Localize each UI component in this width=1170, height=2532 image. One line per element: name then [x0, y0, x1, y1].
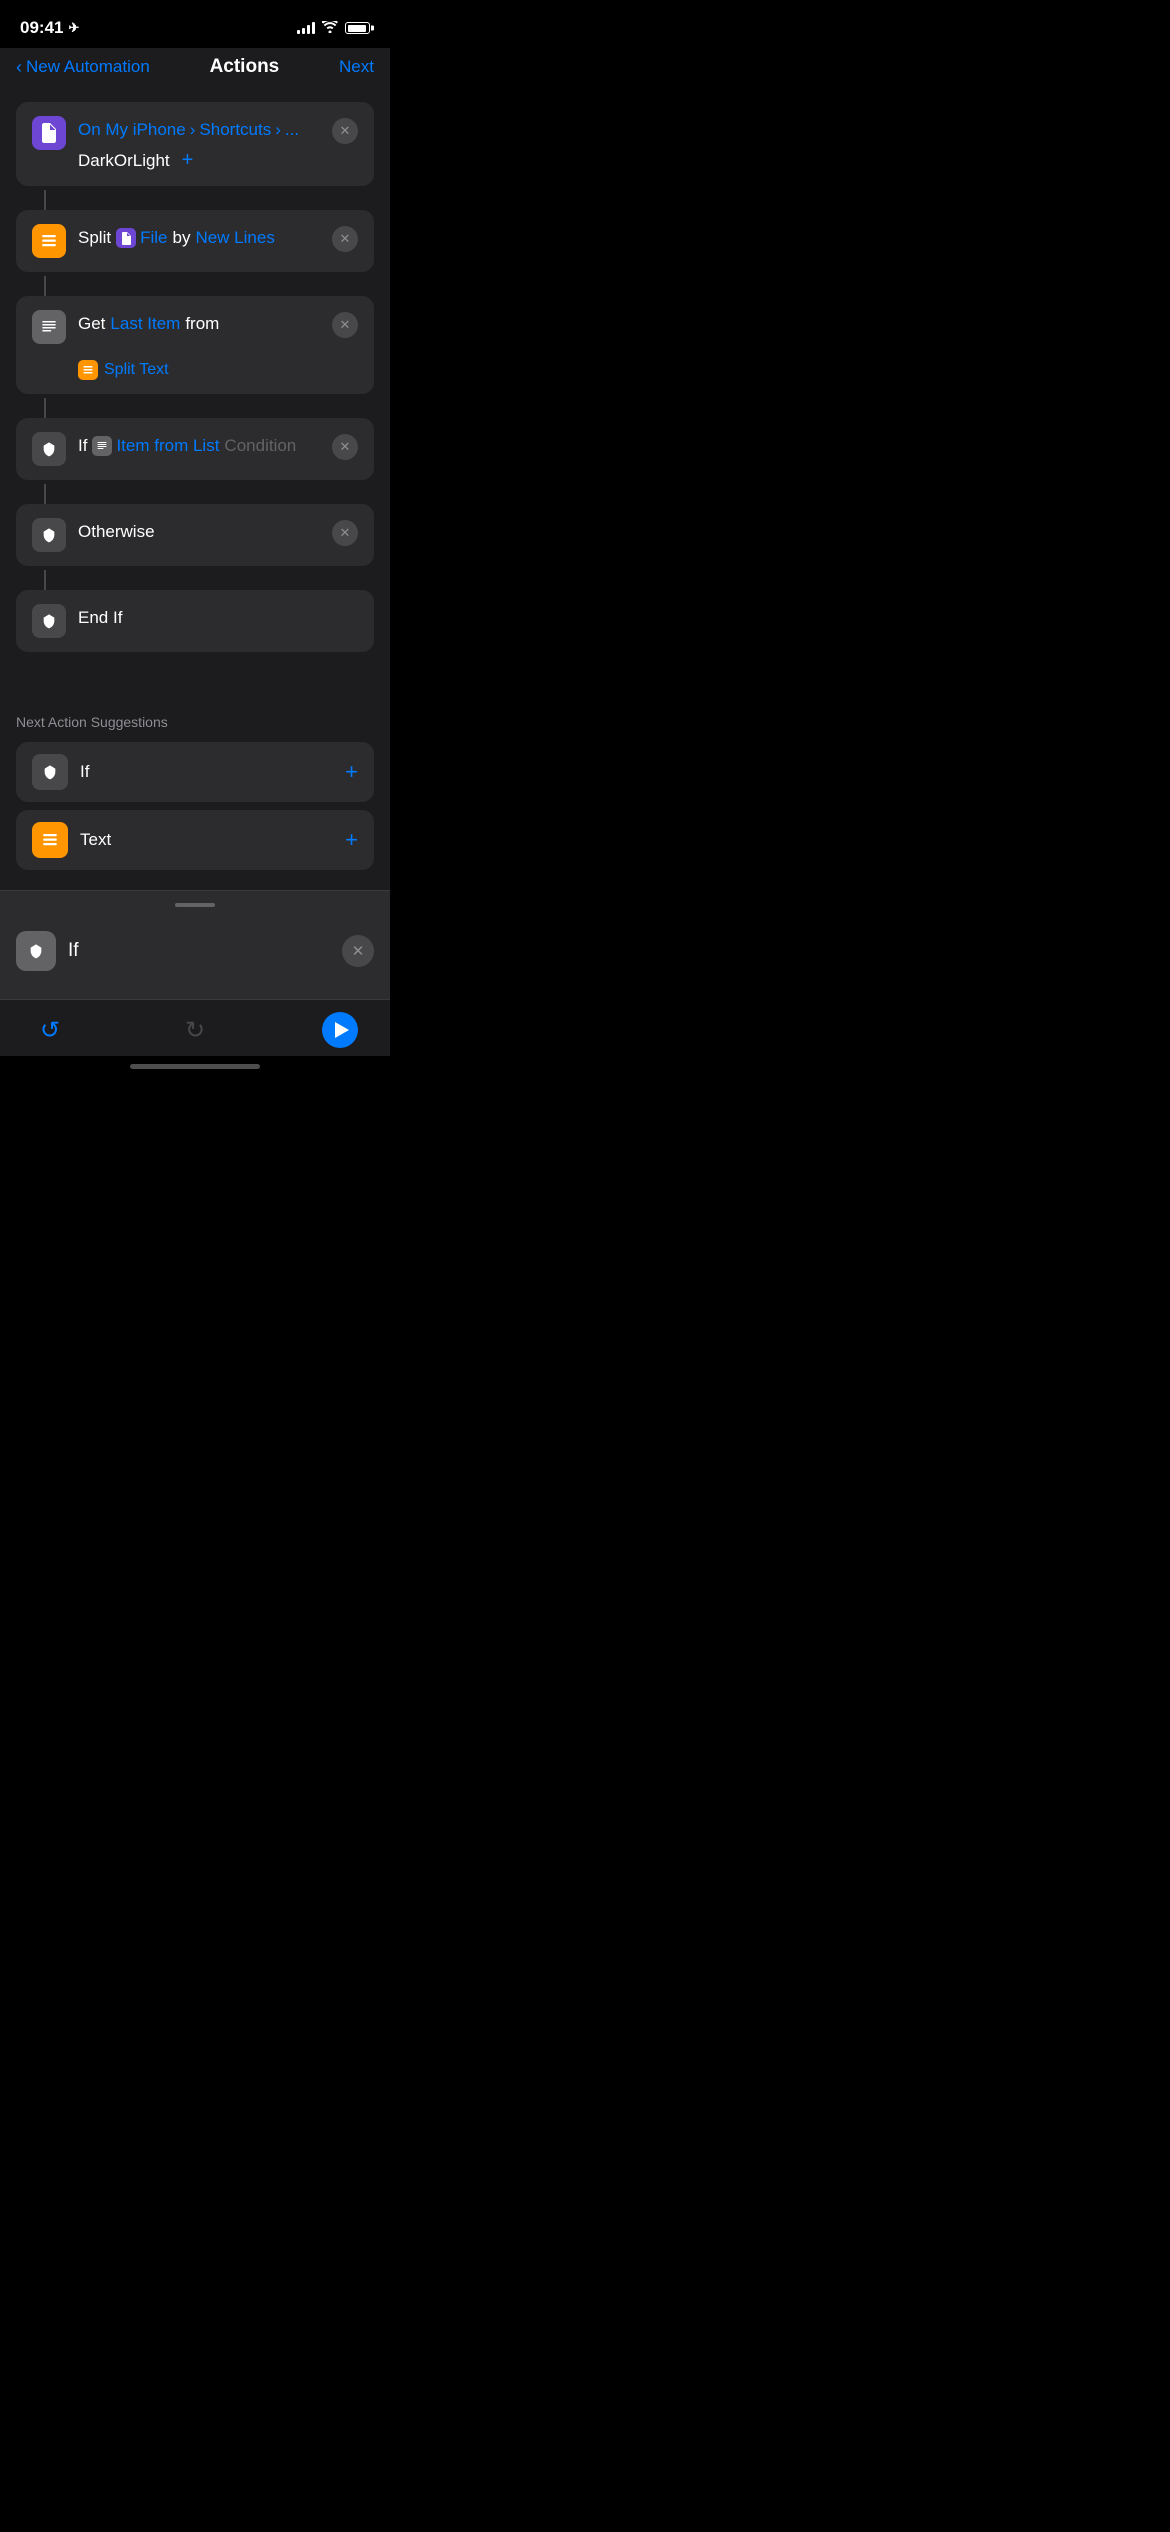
split-content: Split File by New Lines [78, 224, 320, 248]
bottom-close-button[interactable]: ✕ [342, 935, 374, 967]
split-newlines-token[interactable]: New Lines [195, 228, 274, 248]
split-icon [32, 224, 66, 258]
from-label: from [185, 314, 219, 334]
path-breadcrumb: On My iPhone › Shortcuts › ... [78, 120, 299, 140]
otherwise-content: Otherwise [78, 518, 320, 542]
bottom-toolbar: ↺ ↻ [0, 999, 390, 1056]
suggestion-text[interactable]: Text + [16, 810, 374, 870]
connector-2 [44, 276, 46, 296]
file-path-icon [32, 116, 66, 150]
path-part-1: On My iPhone [78, 120, 186, 140]
location-icon: ✈ [68, 20, 79, 36]
get-label: Get [78, 314, 105, 334]
redo-icon: ↻ [185, 1016, 205, 1045]
end-if-icon [32, 604, 66, 638]
bottom-sheet-row: If ✕ [16, 923, 374, 979]
connector-4 [44, 484, 46, 504]
dark-or-light-label: DarkOrLight [78, 151, 170, 171]
if-content: If Item from List Condition [78, 432, 320, 456]
action-card-otherwise: Otherwise ✕ [16, 504, 374, 566]
file-path-content: On My iPhone › Shortcuts › ... DarkOrLig… [78, 116, 320, 172]
path-part-2: Shortcuts [199, 120, 271, 140]
nav-bar: ‹ New Automation Actions Next [0, 48, 390, 90]
page-title: Actions [210, 56, 280, 78]
bottom-sheet: If ✕ [0, 890, 390, 999]
path-chevron-1: › [190, 120, 196, 140]
split-label: Split [78, 228, 111, 248]
add-path-button[interactable]: + [182, 149, 194, 172]
last-item-token[interactable]: Last Item [110, 314, 180, 334]
play-button[interactable] [322, 1012, 358, 1048]
get-item-content: Get Last Item from [78, 310, 320, 334]
otherwise-icon [32, 518, 66, 552]
action-card-split: Split File by New Lines ✕ [16, 210, 374, 272]
suggestion-text-label: Text [80, 830, 333, 850]
bottom-handle [175, 903, 215, 907]
back-label: New Automation [26, 57, 150, 77]
suggestions-title: Next Action Suggestions [16, 714, 374, 730]
close-file-path-button[interactable]: ✕ [332, 118, 358, 144]
suggestion-if-label: If [80, 762, 333, 782]
redo-button[interactable]: ↻ [177, 1012, 213, 1048]
connector-1 [44, 190, 46, 210]
path-part-3: ... [285, 120, 299, 140]
bottom-if-icon [16, 931, 56, 971]
suggestion-if-icon [32, 754, 68, 790]
status-icons [297, 20, 370, 36]
connector-5 [44, 570, 46, 590]
close-if-button[interactable]: ✕ [332, 434, 358, 460]
get-item-row: Get Last Item from ✕ [32, 310, 358, 344]
split-file-label: File [140, 228, 167, 248]
list-inline-icon [92, 436, 112, 456]
split-text-label[interactable]: Split Text [104, 361, 169, 379]
condition-placeholder[interactable]: Condition [224, 436, 296, 456]
close-split-button[interactable]: ✕ [332, 226, 358, 252]
next-button[interactable]: Next [339, 57, 374, 77]
status-time: 09:41 ✈ [20, 18, 79, 38]
action-card-file-path: On My iPhone › Shortcuts › ... DarkOrLig… [16, 102, 374, 186]
signal-icon [297, 22, 315, 34]
otherwise-label: Otherwise [78, 522, 155, 542]
action-card-end-if: End If [16, 590, 374, 652]
battery-icon [345, 22, 370, 34]
connector-3 [44, 398, 46, 418]
play-icon [335, 1022, 349, 1038]
get-item-icon [32, 310, 66, 344]
split-text-token-row: Split Text [78, 360, 169, 380]
action-card-get-item: Get Last Item from ✕ Split Text [16, 296, 374, 394]
item-from-list-label: Item from List [116, 436, 219, 456]
chevron-left-icon: ‹ [16, 57, 22, 78]
home-indicator [0, 1056, 390, 1075]
file-inline-icon [116, 228, 136, 248]
actions-list: On My iPhone › Shortcuts › ... DarkOrLig… [0, 90, 390, 690]
status-bar: 09:41 ✈ [0, 0, 390, 48]
path-chevron-2: › [275, 120, 281, 140]
suggestions-section: Next Action Suggestions If + Text + [0, 690, 390, 890]
if-icon [32, 432, 66, 466]
suggestion-text-add[interactable]: + [345, 827, 358, 853]
back-button[interactable]: ‹ New Automation [16, 57, 150, 78]
action-card-if: If Item from List Condition ✕ [16, 418, 374, 480]
if-label: If [78, 436, 87, 456]
undo-button[interactable]: ↺ [32, 1012, 68, 1048]
path-second-row: DarkOrLight + [78, 149, 320, 172]
home-bar [130, 1064, 260, 1069]
suggestion-text-icon [32, 822, 68, 858]
split-text-inline-icon [78, 360, 98, 380]
bottom-if-label: If [68, 940, 330, 962]
end-if-content: End If [78, 604, 358, 628]
split-file-token[interactable]: File [116, 228, 167, 248]
wifi-icon [322, 20, 338, 36]
split-by-label: by [172, 228, 190, 248]
close-get-item-button[interactable]: ✕ [332, 312, 358, 338]
item-from-list-token[interactable]: Item from List [92, 436, 219, 456]
suggestion-if[interactable]: If + [16, 742, 374, 802]
suggestion-if-add[interactable]: + [345, 759, 358, 785]
time-display: 09:41 [20, 18, 63, 38]
close-otherwise-button[interactable]: ✕ [332, 520, 358, 546]
end-if-label: End If [78, 608, 122, 628]
battery-fill [348, 25, 366, 32]
undo-icon: ↺ [40, 1016, 60, 1045]
